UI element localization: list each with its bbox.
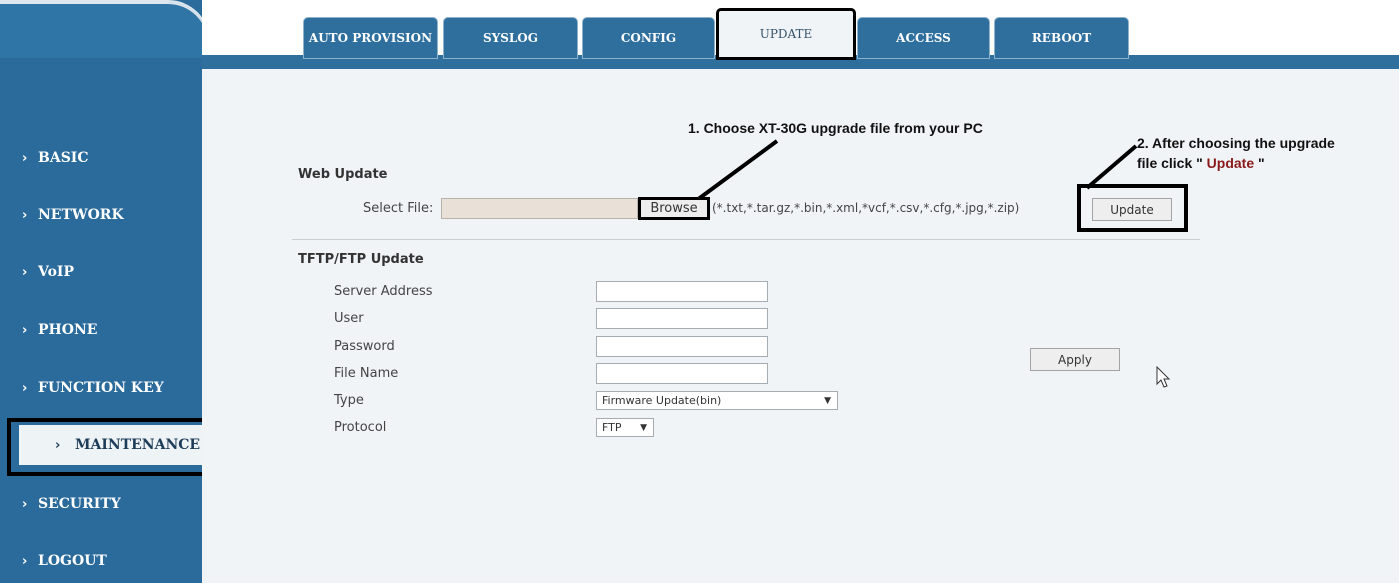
protocol-label: Protocol [334,420,387,435]
file-path-input[interactable] [441,198,638,219]
chevron-right-icon: › [22,380,28,396]
select-file-label: Select File: [363,201,434,216]
type-select-value: Firmware Update(bin) [602,394,722,407]
sidebar-item-label: VoIP [38,264,74,280]
sidebar-item-voip[interactable]: › VoIP [0,252,202,292]
sidebar-item-label: BASIC [38,150,89,166]
annotation-step2-highlight: Update [1206,155,1255,171]
tab-update[interactable]: UPDATE [716,8,856,60]
annotation-step2-line2: file click " Update " [1137,155,1265,171]
annotation-step1: 1. Choose XT-30G upgrade file from your … [688,120,983,136]
user-input[interactable] [596,308,768,329]
sidebar-item-network[interactable]: › NETWORK [0,195,202,235]
sidebar-item-basic[interactable]: › BASIC [0,138,202,178]
sidebar-item-function-key[interactable]: › FUNCTION KEY [0,368,202,408]
chevron-right-icon: › [22,207,28,223]
tab-reboot[interactable]: REBOOT [994,17,1129,59]
maintenance-highlight-box [7,418,210,476]
mouse-cursor-icon [1156,366,1171,388]
sidebar-item-logout[interactable]: › LOGOUT [0,541,202,581]
tab-access[interactable]: ACCESS [857,17,990,59]
chevron-right-icon: › [22,150,28,166]
user-label: User [334,311,364,326]
sidebar-item-label: FUNCTION KEY [38,380,164,396]
password-input[interactable] [596,336,768,357]
tab-label: REBOOT [1031,31,1092,45]
protocol-select-value: FTP [602,421,622,434]
annotation-step2-suffix: " [1254,155,1265,171]
annotation-step2-line1: 2. After choosing the upgrade [1137,135,1335,151]
tab-auto-provision[interactable]: AUTO PROVISION [303,17,438,59]
tab-syslog[interactable]: SYSLOG [443,17,578,59]
server-address-label: Server Address [334,284,433,299]
app-window: › BASIC › NETWORK › VoIP › PHONE › FUNCT… [0,0,1399,583]
dropdown-arrow-icon: ▼ [640,422,647,433]
type-select[interactable]: Firmware Update(bin) ▼ [596,391,838,410]
sidebar-item-label: PHONE [38,322,98,338]
file-types-hint: (*.txt,*.tar.gz,*.bin,*.xml,*vcf,*.csv,*… [712,201,1020,215]
web-update-title: Web Update [298,167,388,182]
chevron-right-icon: › [22,322,28,338]
tab-label: SYSLOG [482,31,539,45]
tab-label: CONFIG [620,31,677,45]
password-label: Password [334,339,395,354]
sidebar-item-label: LOGOUT [38,553,107,569]
file-name-label: File Name [334,366,399,381]
apply-button[interactable]: Apply [1030,348,1120,371]
dropdown-arrow-icon: ▼ [824,395,831,406]
sidebar-item-security[interactable]: › SECURITY [0,484,202,524]
tab-label: AUTO PROVISION [308,31,433,45]
sidebar: › BASIC › NETWORK › VoIP › PHONE › FUNCT… [0,0,202,583]
sidebar-item-label: NETWORK [38,207,124,223]
tftp-update-title: TFTP/FTP Update [298,252,424,267]
server-address-input[interactable] [596,281,768,302]
section-divider [292,239,1200,240]
file-name-input[interactable] [596,363,768,384]
browse-button[interactable]: Browse [638,197,710,220]
tab-config[interactable]: CONFIG [582,17,715,59]
annotation-step2-prefix: file click " [1137,155,1207,171]
chevron-right-icon: › [22,553,28,569]
update-highlight-box [1077,184,1188,232]
type-label: Type [334,393,364,408]
tab-label: UPDATE [759,27,813,41]
sidebar-item-phone[interactable]: › PHONE [0,310,202,350]
sidebar-item-label: SECURITY [38,496,121,512]
tab-label: ACCESS [896,31,951,45]
chevron-right-icon: › [22,264,28,280]
sidebar-header [0,0,202,58]
protocol-select[interactable]: FTP ▼ [596,418,654,437]
chevron-right-icon: › [22,496,28,512]
